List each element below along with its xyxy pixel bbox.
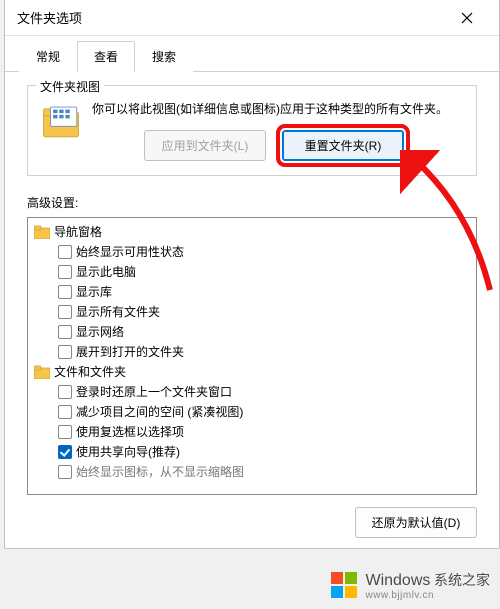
- tree-item[interactable]: 使用复选框以选择项: [30, 422, 474, 442]
- checkbox[interactable]: [58, 305, 72, 319]
- restore-defaults-button[interactable]: 还原为默认值(D): [355, 507, 477, 538]
- tree-item[interactable]: 使用共享向导(推荐): [30, 442, 474, 462]
- tree-item[interactable]: 显示所有文件夹: [30, 302, 474, 322]
- view-tab-panel: 文件夹视图 你可以将此视图(如详细信息或图标)应用于这种类型的所有文件夹。 应用…: [5, 71, 499, 548]
- tree-item[interactable]: 减少项目之间的空间 (紧凑视图): [30, 402, 474, 422]
- tab-search[interactable]: 搜索: [135, 41, 193, 72]
- folder-icon: [34, 365, 50, 379]
- dialog-title: 文件夹选项: [17, 8, 82, 27]
- folder-icon: [34, 225, 50, 239]
- tree-item-label: 登录时还原上一个文件夹窗口: [76, 383, 232, 401]
- tree-item-label: 显示网络: [76, 323, 124, 341]
- tree-item-label: 使用复选框以选择项: [76, 423, 184, 441]
- tree-item-label: 展开到打开的文件夹: [76, 343, 184, 361]
- tree-item[interactable]: 显示库: [30, 282, 474, 302]
- checkbox[interactable]: [58, 345, 72, 359]
- checkbox[interactable]: [58, 285, 72, 299]
- tree-item[interactable]: 始终显示可用性状态: [30, 242, 474, 262]
- reset-folders-button[interactable]: 重置文件夹(R): [282, 130, 404, 161]
- checkbox[interactable]: [58, 445, 72, 459]
- advanced-settings-label: 高级设置:: [27, 194, 477, 211]
- close-button[interactable]: [447, 2, 487, 34]
- tab-general[interactable]: 常规: [19, 41, 77, 72]
- checkbox[interactable]: [58, 325, 72, 339]
- tree-group-navigation-pane[interactable]: 导航窗格: [30, 222, 474, 242]
- folder-icon: [40, 100, 82, 142]
- checkbox[interactable]: [58, 425, 72, 439]
- tree-item[interactable]: 登录时还原上一个文件夹窗口: [30, 382, 474, 402]
- checkbox[interactable]: [58, 405, 72, 419]
- tree-group-files-folders[interactable]: 文件和文件夹: [30, 362, 474, 382]
- tree-item-label: 始终显示可用性状态: [76, 243, 184, 261]
- checkbox[interactable]: [58, 265, 72, 279]
- tree-item-label: 显示所有文件夹: [76, 303, 160, 321]
- tab-bar: 常规 查看 搜索: [5, 36, 499, 72]
- tree-item-label: 显示库: [76, 283, 112, 301]
- tree-group-label: 文件和文件夹: [54, 363, 126, 381]
- tree-group-label: 导航窗格: [54, 223, 102, 241]
- apply-to-folders-button[interactable]: 应用到文件夹(L): [144, 130, 266, 161]
- folder-view-group: 文件夹视图 你可以将此视图(如详细信息或图标)应用于这种类型的所有文件夹。 应用…: [27, 85, 477, 176]
- close-icon: [461, 12, 473, 24]
- tab-view[interactable]: 查看: [77, 41, 135, 72]
- folder-options-dialog: 文件夹选项 常规 查看 搜索 文件夹视图: [4, 0, 500, 549]
- checkbox[interactable]: [58, 465, 72, 479]
- tree-item-label: 使用共享向导(推荐): [76, 443, 180, 461]
- checkbox[interactable]: [58, 385, 72, 399]
- tree-item[interactable]: 显示网络: [30, 322, 474, 342]
- watermark-brand: Windows: [365, 572, 430, 589]
- watermark: Windows 系统之家 www.bjjmlv.cn: [331, 570, 490, 601]
- watermark-sub: 系统之家: [434, 572, 490, 588]
- advanced-settings-tree[interactable]: 导航窗格 始终显示可用性状态 显示此电脑 显示库 显示所有文件夹 显示网络 展开…: [27, 217, 477, 495]
- checkbox[interactable]: [58, 245, 72, 259]
- tree-item-label: 显示此电脑: [76, 263, 136, 281]
- folder-view-legend: 文件夹视图: [36, 78, 104, 95]
- watermark-url: www.bjjmlv.cn: [365, 590, 490, 601]
- tree-item[interactable]: 始终显示图标，从不显示缩略图: [30, 462, 474, 482]
- tree-item[interactable]: 展开到打开的文件夹: [30, 342, 474, 362]
- tree-item-label: 减少项目之间的空间 (紧凑视图): [76, 403, 243, 421]
- tree-item-label: 始终显示图标，从不显示缩略图: [76, 463, 244, 481]
- tree-item[interactable]: 显示此电脑: [30, 262, 474, 282]
- folder-view-description: 你可以将此视图(如详细信息或图标)应用于这种类型的所有文件夹。: [92, 100, 464, 118]
- windows-logo-icon: [331, 572, 359, 600]
- titlebar: 文件夹选项: [5, 0, 499, 36]
